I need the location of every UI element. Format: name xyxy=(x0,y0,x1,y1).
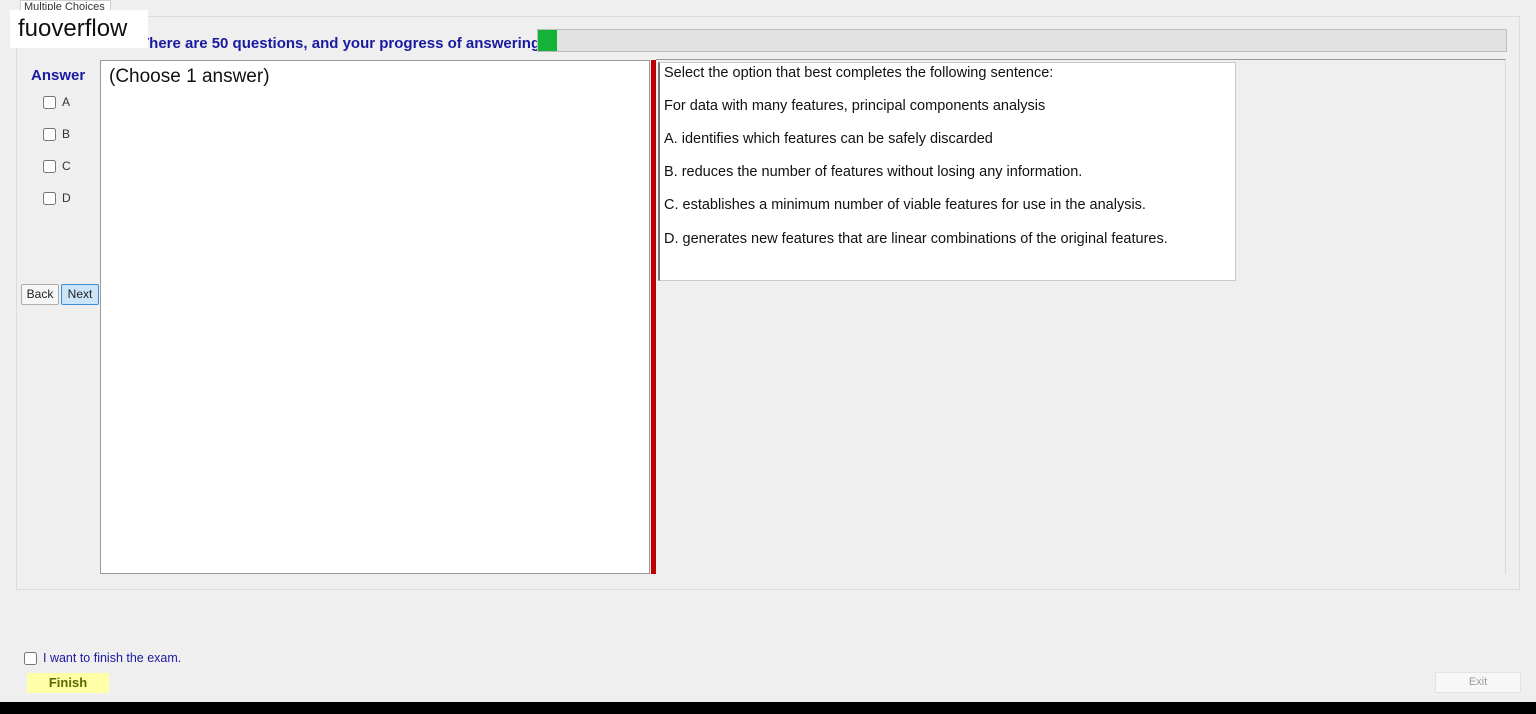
option-b[interactable]: B xyxy=(43,126,70,142)
question-stem: For data with many features, principal c… xyxy=(664,98,1046,114)
question-option-a: A. identifies which features can be safe… xyxy=(664,131,993,147)
question-option-c: C. establishes a minimum number of viabl… xyxy=(664,197,1146,213)
back-button[interactable]: Back xyxy=(21,284,59,305)
answer-notes-panel: (Choose 1 answer) xyxy=(100,60,650,574)
option-b-label: B xyxy=(62,127,71,141)
finish-exam-label: I want to finish the exam. xyxy=(43,651,182,665)
exit-button[interactable]: Exit xyxy=(1435,672,1521,693)
progress-fill xyxy=(538,30,558,51)
option-c[interactable]: C xyxy=(43,158,71,174)
option-b-checkbox[interactable] xyxy=(43,127,56,141)
watermark-label: fuoverflow xyxy=(10,10,148,48)
option-d-label: D xyxy=(62,191,71,205)
answer-heading: Answer xyxy=(31,67,86,84)
next-button[interactable]: Next xyxy=(61,284,99,305)
question-option-b: B. reduces the number of features withou… xyxy=(664,164,1083,180)
question-option-d: D. generates new features that are linea… xyxy=(664,231,1168,247)
option-a[interactable]: A xyxy=(43,94,70,110)
progress-bar xyxy=(537,29,1507,52)
option-d[interactable]: D xyxy=(43,190,71,206)
option-a-checkbox[interactable] xyxy=(43,95,56,109)
option-c-label: C xyxy=(62,159,71,173)
option-a-label: A xyxy=(62,95,71,109)
progress-text: There are 50 questions, and your progres… xyxy=(140,35,557,52)
option-c-checkbox[interactable] xyxy=(43,159,56,173)
question-prompt: Select the option that best completes th… xyxy=(664,65,1054,81)
option-d-checkbox[interactable] xyxy=(43,191,56,205)
finish-exam-checkbox[interactable] xyxy=(24,651,37,665)
question-box: Select the option that best completes th… xyxy=(658,62,1236,281)
finish-exam-checkbox-row[interactable]: I want to finish the exam. xyxy=(24,651,181,665)
finish-button[interactable]: Finish xyxy=(27,673,109,693)
taskbar-strip xyxy=(0,702,1536,714)
choose-instruction: (Choose 1 answer) xyxy=(109,66,270,87)
